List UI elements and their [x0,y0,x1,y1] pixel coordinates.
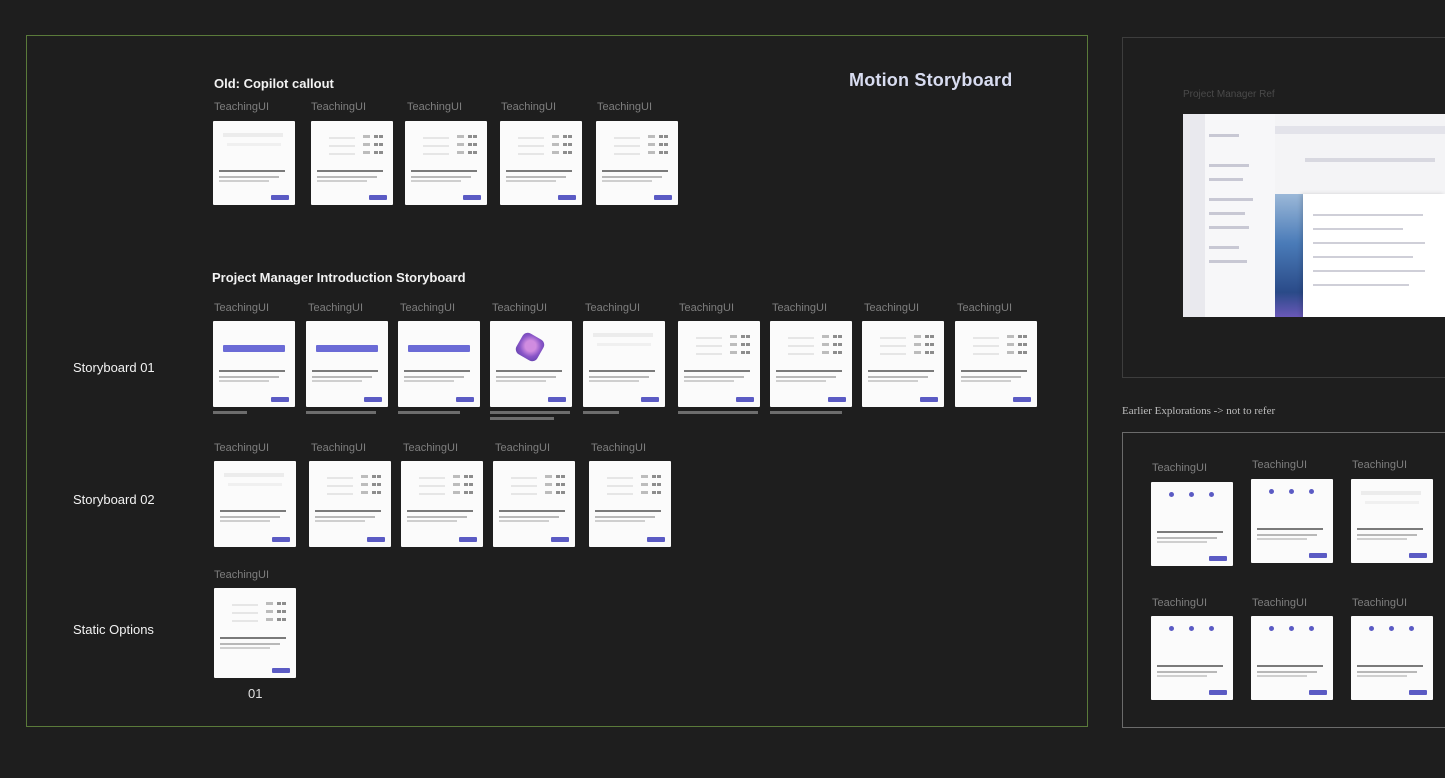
storyboard-card[interactable] [309,461,391,547]
copilot-logo-icon [513,330,547,364]
storyboard-card[interactable] [405,121,487,205]
card-label: TeachingUI [403,442,459,454]
storyboard-card[interactable] [490,321,572,407]
storyboard-card[interactable] [955,321,1037,407]
card-label: TeachingUI [501,101,557,113]
card-label: TeachingUI [1252,597,1308,609]
card-label: TeachingUI [1352,459,1408,471]
card-label: TeachingUI [864,302,920,314]
card-caption-line [583,411,619,414]
card-caption-line [490,411,570,414]
storyboard-card[interactable] [306,321,388,407]
storyboard-card[interactable] [213,321,295,407]
page-title: Motion Storyboard [849,70,1013,90]
card-caption-line [306,411,376,414]
card-label: TeachingUI [597,101,653,113]
card-label: TeachingUI [214,302,270,314]
card-label: TeachingUI [311,101,367,113]
storyboard-card[interactable] [589,461,671,547]
static-option-card[interactable] [214,588,296,678]
exploration-card[interactable] [1351,616,1433,700]
exploration-card[interactable] [1251,616,1333,700]
storyboard-card[interactable] [862,321,944,407]
card-label: TeachingUI [214,442,270,454]
storyboard-card[interactable] [770,321,852,407]
card-label: TeachingUI [308,302,364,314]
card-caption-line [213,411,247,414]
explorations-title: Earlier Explorations -> not to refer [1122,405,1276,417]
card-label: TeachingUI [214,569,270,581]
storyboard-card[interactable] [398,321,480,407]
exploration-card[interactable] [1151,482,1233,566]
card-label: TeachingUI [492,302,548,314]
storyboard-card[interactable] [678,321,760,407]
storyboard-card[interactable] [311,121,393,205]
card-caption-line [678,411,758,414]
card-caption-line [490,417,554,420]
row-label-static-options: Static Options [73,622,154,637]
storyboard-card[interactable] [214,461,296,547]
card-label: TeachingUI [585,302,641,314]
card-label: TeachingUI [772,302,828,314]
prototype-screenshot[interactable] [1183,114,1445,317]
row-label-storyboard-01: Storyboard 01 [73,360,155,375]
card-label: TeachingUI [679,302,735,314]
card-label: TeachingUI [495,442,551,454]
exploration-card[interactable] [1251,479,1333,563]
exploration-card[interactable] [1151,616,1233,700]
card-caption-line [398,411,460,414]
storyboard-card[interactable] [596,121,678,205]
card-label: TeachingUI [957,302,1013,314]
card-label: TeachingUI [1352,597,1408,609]
card-label: TeachingUI [400,302,456,314]
card-label: TeachingUI [214,101,270,113]
section-title-copilot: Old: Copilot callout [214,76,334,91]
prototype-label: Project Manager Ref [1183,89,1275,100]
static-option-caption: 01 [248,686,263,701]
card-label: TeachingUI [311,442,367,454]
storyboard-card[interactable] [493,461,575,547]
card-caption-line [770,411,842,414]
row-label-storyboard-02: Storyboard 02 [73,492,155,507]
storyboard-card[interactable] [213,121,295,205]
card-label: TeachingUI [1152,462,1208,474]
storyboard-card[interactable] [583,321,665,407]
section-title-intro: Project Manager Introduction Storyboard [212,270,466,285]
card-label: TeachingUI [1152,597,1208,609]
exploration-card[interactable] [1351,479,1433,563]
storyboard-card[interactable] [500,121,582,205]
card-label: TeachingUI [1252,459,1308,471]
card-label: TeachingUI [591,442,647,454]
storyboard-card[interactable] [401,461,483,547]
card-label: TeachingUI [407,101,463,113]
